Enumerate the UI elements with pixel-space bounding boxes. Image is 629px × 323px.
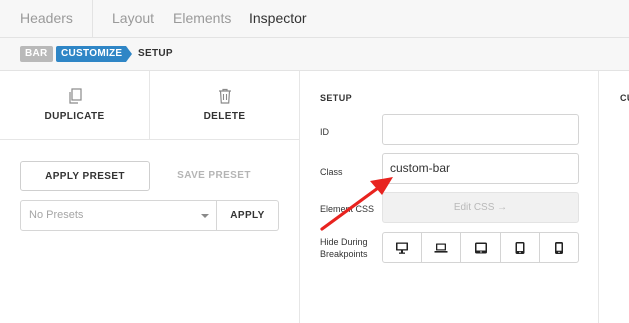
apply-button[interactable]: APPLY bbox=[217, 200, 279, 231]
setup-panel: SETUP ID Class custom-bar Element CSS Ed… bbox=[300, 71, 599, 323]
breadcrumb: BAR CUSTOMIZE SETUP bbox=[0, 38, 629, 71]
actions-panel: DUPLICATE DELETE APPLY PRESET SAVE PRESE… bbox=[0, 71, 300, 323]
breakpoint-tablet-landscape-toggle[interactable] bbox=[461, 233, 501, 262]
presets-select[interactable]: No Presets bbox=[20, 200, 217, 231]
breakpoint-desktop-toggle[interactable] bbox=[383, 233, 423, 262]
setup-title: SETUP bbox=[320, 93, 353, 103]
duplicate-icon bbox=[68, 88, 82, 104]
next-panel: CU bbox=[599, 71, 629, 323]
chevron-down-icon bbox=[201, 214, 209, 218]
desktop-icon bbox=[396, 242, 409, 254]
phone-icon bbox=[554, 241, 563, 254]
hide-breakpoints-label-line1: Hide During bbox=[320, 237, 368, 247]
duplicate-label: DUPLICATE bbox=[44, 111, 105, 122]
delete-button[interactable]: DELETE bbox=[150, 71, 299, 139]
tab-elements[interactable]: Elements bbox=[173, 0, 231, 37]
divider bbox=[0, 139, 299, 140]
duplicate-button[interactable]: DUPLICATE bbox=[0, 71, 150, 139]
breakpoint-tablet-portrait-toggle[interactable] bbox=[501, 233, 540, 262]
breadcrumb-setup: SETUP bbox=[138, 48, 173, 59]
save-preset-button[interactable]: SAVE PRESET bbox=[163, 161, 265, 191]
delete-label: DELETE bbox=[203, 111, 246, 122]
breadcrumb-customize[interactable]: CUSTOMIZE bbox=[56, 46, 133, 62]
id-field[interactable] bbox=[382, 114, 579, 145]
breakpoint-laptop-toggle[interactable] bbox=[422, 233, 462, 262]
hide-breakpoints-label-line2: Breakpoints bbox=[320, 249, 368, 259]
id-label: ID bbox=[320, 127, 329, 137]
nav-divider bbox=[92, 0, 93, 37]
next-panel-title: CU bbox=[620, 93, 629, 103]
tab-headers[interactable]: Headers bbox=[20, 0, 73, 37]
tab-inspector[interactable]: Inspector bbox=[249, 0, 307, 37]
tab-layout[interactable]: Layout bbox=[112, 0, 154, 37]
top-nav: Headers Layout Elements Inspector bbox=[0, 0, 629, 38]
presets-select-value: No Presets bbox=[29, 209, 84, 221]
element-css-label: Element CSS bbox=[320, 204, 375, 214]
tablet-portrait-icon bbox=[515, 241, 525, 254]
edit-css-button[interactable]: Edit CSS → bbox=[382, 192, 579, 223]
class-label: Class bbox=[320, 167, 343, 177]
breakpoint-phone-toggle[interactable] bbox=[540, 233, 578, 262]
breakpoint-toggles bbox=[382, 232, 579, 263]
trash-icon bbox=[218, 88, 231, 104]
class-field[interactable]: custom-bar bbox=[382, 153, 579, 184]
laptop-icon bbox=[434, 243, 448, 253]
breadcrumb-bar[interactable]: BAR bbox=[20, 46, 53, 62]
apply-preset-button[interactable]: APPLY PRESET bbox=[20, 161, 150, 191]
tablet-landscape-icon bbox=[474, 242, 487, 253]
